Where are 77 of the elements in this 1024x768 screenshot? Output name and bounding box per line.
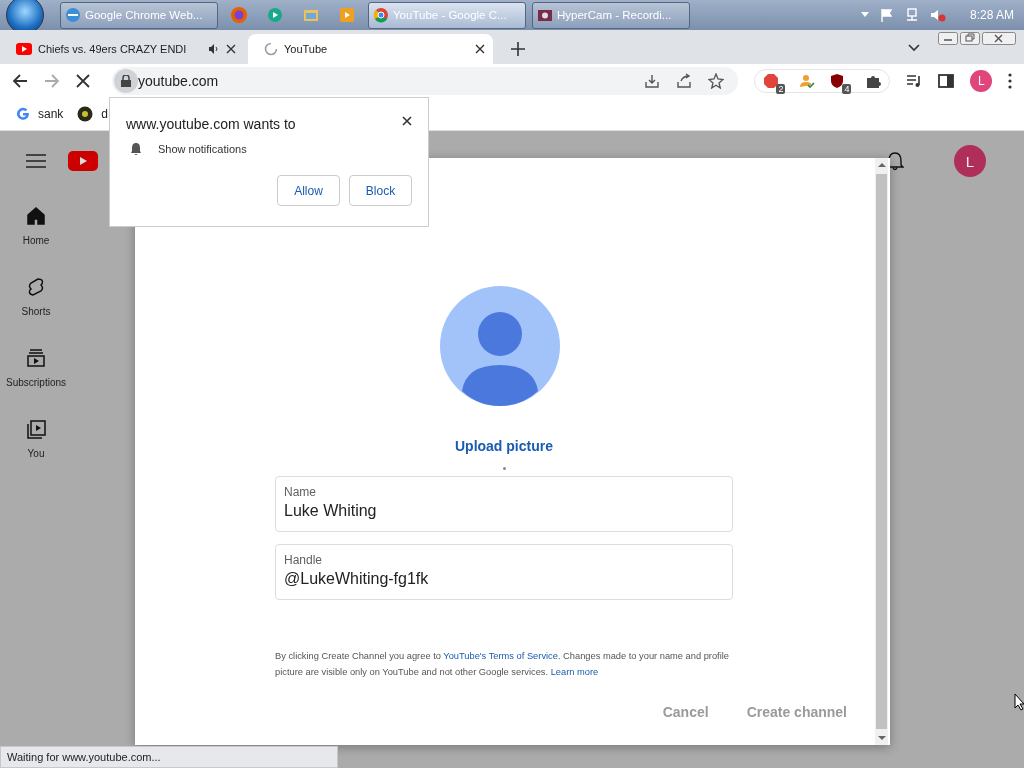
home-icon [25,205,47,227]
sidebar-item[interactable]: Subscriptions [0,347,72,388]
field-input[interactable]: @LukeWhiting-fg1fk [284,570,724,588]
circle-logo-icon [77,106,94,122]
status-bar: Waiting for www.youtube.com... [0,746,338,768]
download-icon[interactable] [644,73,661,89]
block-button[interactable]: Block [349,175,412,206]
field-input[interactable]: Luke Whiting [284,502,724,520]
browser-tab[interactable]: Chiefs vs. 49ers CRAZY ENDI [8,34,244,64]
text-field[interactable]: Handle @LukeWhiting-fg1fk [275,544,733,600]
close-icon[interactable] [402,116,412,126]
sidebar-label: You [27,448,45,459]
chevron-down-icon[interactable] [908,44,920,52]
new-tab-icon[interactable] [511,42,525,56]
g-logo-icon [16,107,30,121]
sidebar-item[interactable]: Shorts [0,276,72,317]
star-icon[interactable] [708,73,725,89]
back-icon[interactable] [12,73,28,89]
profile-picture-icon[interactable] [439,286,560,406]
muted-speaker-icon[interactable] [929,8,946,22]
camera-icon [537,7,553,23]
library-icon [25,418,47,440]
terms-link[interactable]: YouTube's Terms of Service [443,651,558,661]
person-check-icon[interactable] [799,73,816,89]
side-panel-icon[interactable] [938,73,955,89]
chrome-icon [373,7,389,23]
allow-button[interactable]: Allow [277,175,340,206]
text-field[interactable]: Name Luke Whiting [275,476,733,532]
popup-title: www.youtube.com wants to [126,116,296,132]
browser-tab[interactable]: YouTube [248,34,493,64]
scroll-up-icon[interactable] [877,162,886,168]
tab-title: Chiefs vs. 49ers CRAZY ENDI [38,43,188,55]
close-icon[interactable] [475,44,485,54]
scrollbar[interactable] [875,158,888,745]
terms-paragraph: By clicking Create Channel you agree to YouTube's Terms of Service. Changes made to your name and profile picture are visible only on YouTube and not other Google services. Learn more [275,650,730,679]
bookmark[interactable]: sank [16,107,64,121]
tab-title: YouTube [284,43,329,55]
badge-count: 4 [842,84,852,94]
profile-avatar[interactable]: L [970,70,992,92]
subscriptions-icon [25,347,47,369]
close-icon[interactable] [226,44,236,54]
loading-spinner-icon [264,42,278,56]
sidebar-label: Shorts [21,306,51,317]
play-logo-icon[interactable] [68,151,98,171]
progress-dot [502,467,506,470]
sidebar-item[interactable]: You [0,418,72,459]
share-icon[interactable] [676,73,693,89]
permission-label: Show notifications [158,143,247,155]
bookmark[interactable]: d [77,106,109,122]
scroll-down-icon[interactable] [877,735,886,741]
sidebar-item[interactable]: Home [0,205,72,246]
close-icon[interactable] [982,32,1016,45]
shield-icon[interactable] [829,73,846,89]
menu-icon[interactable] [1008,73,1012,89]
upload-picture-link[interactable]: Upload picture [455,438,553,454]
puzzle-icon[interactable] [865,73,882,89]
address-bar[interactable]: youtube.com [112,67,739,95]
stop-icon[interactable] [76,74,90,88]
mouse-pointer-icon [1014,693,1024,711]
minimize-icon[interactable] [938,32,958,45]
caret-icon[interactable] [859,11,870,19]
field-label: Handle [284,553,324,567]
badge-count: 2 [776,84,786,94]
lock-icon[interactable] [121,75,131,87]
stop-sign-icon[interactable] [763,73,780,89]
sidebar-label: Home [22,235,50,246]
flag-icon[interactable] [879,8,894,22]
speaker-icon[interactable] [208,43,220,55]
sidebar-label: Subscriptions [6,377,66,388]
terms-link[interactable]: Learn more [550,667,599,677]
bell-icon [130,142,142,156]
bell-icon[interactable] [886,151,904,171]
play-logo-icon [16,43,32,55]
field-label: Name [284,485,317,499]
media-list-icon[interactable] [906,74,923,88]
user-avatar[interactable]: L [954,145,986,177]
restore-icon[interactable] [960,32,980,45]
